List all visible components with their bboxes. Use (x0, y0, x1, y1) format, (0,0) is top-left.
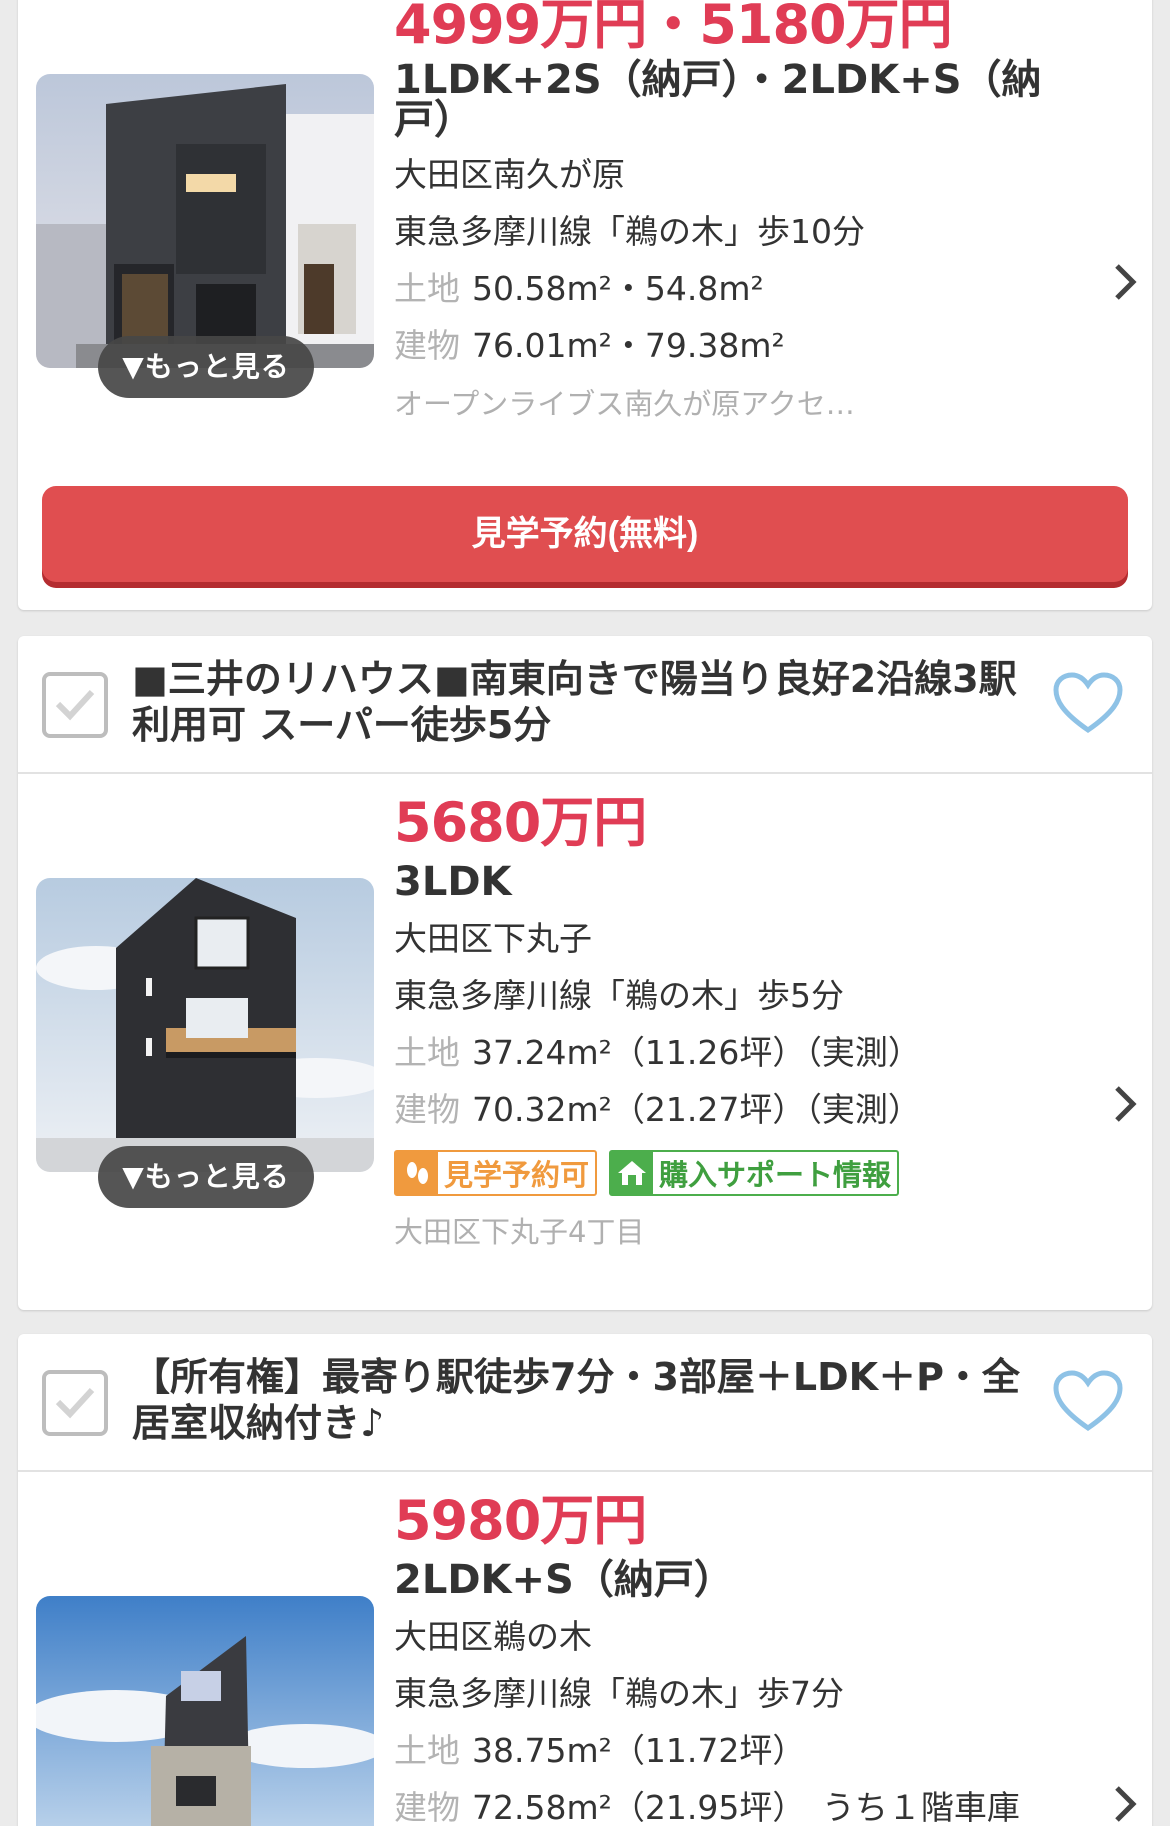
listing-info: 5680万円 3LDK 大田区下丸子 東急多摩川線「鵜の木」歩5分 土地 37.2… (394, 792, 1094, 1254)
heart-icon[interactable] (1052, 1370, 1124, 1438)
building-area: 建物 72.58m²（21.95坪） うち１階車庫 (394, 1779, 1094, 1826)
land-area: 土地 38.75m²（11.72坪） (394, 1722, 1094, 1779)
price: 5680万円 (394, 791, 647, 854)
badge-reserve-label: 見学予約可 (444, 1158, 590, 1192)
listing-body-1[interactable]: ▼もっと見る 4999万円・5180万円 1LDK+2S（納戸）・2LDK+S（… (18, 0, 1152, 460)
more-photos-button[interactable]: ▼もっと見る (98, 1146, 314, 1208)
property-name: オープンライブス南久が原アクセ… (394, 387, 855, 421)
land-value: 38.75m²（11.72坪） (472, 1731, 806, 1770)
chevron-right-icon[interactable] (1112, 262, 1138, 306)
address: 大田区鵜の木 (394, 1617, 592, 1656)
badge-purchase-support: 購入サポート情報 (609, 1150, 900, 1196)
building-label: 建物 (394, 1788, 460, 1826)
floor-plan: 2LDK+S（納戸） (394, 1557, 734, 1603)
feature-badges: 見学予約可 購入サポート情報 (394, 1150, 1094, 1196)
building-label: 建物 (394, 326, 460, 365)
listing-body-3[interactable]: 5980万円 2LDK+S（納戸） 大田区鵜の木 東急多摩川線「鵜の木」歩7分 … (18, 1472, 1152, 1826)
listing-card-1: ▼もっと見る 4999万円・5180万円 1LDK+2S（納戸）・2LDK+S（… (18, 0, 1152, 610)
station-access: 東急多摩川線「鵜の木」歩5分 (394, 976, 844, 1015)
building-label: 建物 (394, 1090, 460, 1129)
property-photo[interactable] (36, 878, 374, 1172)
land-label: 土地 (394, 269, 460, 308)
building-value: 72.58m²（21.95坪） うち１階車庫 (472, 1788, 1020, 1826)
full-address: 大田区下丸子4丁目 (394, 1215, 645, 1249)
station-access: 東急多摩川線「鵜の木」歩10分 (394, 212, 865, 251)
heart-icon[interactable] (1052, 672, 1124, 740)
badge-reserve-available: 見学予約可 (394, 1150, 598, 1196)
address: 大田区南久が原 (394, 155, 625, 194)
building-area: 建物 76.01m²・79.38m² (394, 317, 1094, 374)
floor-plan: 3LDK (394, 859, 512, 905)
property-photo[interactable] (36, 74, 374, 368)
house-support-icon (611, 1152, 654, 1194)
property-photo[interactable] (36, 1596, 374, 1826)
select-checkbox[interactable] (42, 1370, 108, 1436)
price: 5980万円 (394, 1489, 647, 1552)
reserve-visit-button[interactable]: 見学予約(無料) (42, 486, 1128, 582)
chevron-right-icon[interactable] (1112, 1784, 1138, 1826)
chevron-right-icon[interactable] (1112, 1084, 1138, 1128)
listing-header: 【所有権】最寄り駅徒歩7分・3部屋＋LDK＋P・全居室収納付き♪ (18, 1334, 1152, 1472)
price: 4999万円・5180万円 (394, 0, 953, 56)
more-photos-button[interactable]: ▼もっと見る (98, 336, 314, 398)
station-access: 東急多摩川線「鵜の木」歩7分 (394, 1674, 844, 1713)
listing-headline[interactable]: 【所有権】最寄り駅徒歩7分・3部屋＋LDK＋P・全居室収納付き♪ (132, 1354, 1042, 1446)
land-value: 50.58m²・54.8m² (472, 269, 764, 308)
footprint-icon (396, 1152, 438, 1194)
listing-headline[interactable]: ■三井のリハウス■南東向きで陽当り良好2沿線3駅利用可 スーパー徒歩5分 (132, 656, 1042, 748)
listing-header: ■三井のリハウス■南東向きで陽当り良好2沿線3駅利用可 スーパー徒歩5分 (18, 636, 1152, 774)
land-value: 37.24m²（11.26坪）（実測） (472, 1033, 921, 1072)
badge-support-label: 購入サポート情報 (659, 1158, 892, 1192)
land-label: 土地 (394, 1731, 460, 1770)
floor-plan: 1LDK+2S（納戸）・2LDK+S（納戸） (394, 57, 1042, 143)
land-label: 土地 (394, 1033, 460, 1072)
address: 大田区下丸子 (394, 919, 592, 958)
building-value: 70.32m²（21.27坪）（実測） (472, 1090, 921, 1129)
select-checkbox[interactable] (42, 672, 108, 738)
listing-body-2[interactable]: ▼もっと見る 5680万円 3LDK 大田区下丸子 東急多摩川線「鵜の木」歩5分… (18, 774, 1152, 1308)
checkbox-icon (55, 1387, 95, 1419)
building-value: 76.01m²・79.38m² (472, 326, 785, 365)
land-area: 土地 50.58m²・54.8m² (394, 260, 1094, 317)
listing-info: 4999万円・5180万円 1LDK+2S（納戸）・2LDK+S（納戸） 大田区… (394, 0, 1094, 426)
listing-info: 5980万円 2LDK+S（納戸） 大田区鵜の木 東急多摩川線「鵜の木」歩7分 … (394, 1490, 1094, 1826)
listing-card-2: ■三井のリハウス■南東向きで陽当り良好2沿線3駅利用可 スーパー徒歩5分 ▼もっ… (18, 636, 1152, 1310)
listing-card-3: 【所有権】最寄り駅徒歩7分・3部屋＋LDK＋P・全居室収納付き♪ 5980万円 … (18, 1334, 1152, 1826)
land-area: 土地 37.24m²（11.26坪）（実測） (394, 1024, 1094, 1081)
building-area: 建物 70.32m²（21.27坪）（実測） (394, 1081, 1094, 1138)
checkbox-icon (55, 689, 95, 721)
